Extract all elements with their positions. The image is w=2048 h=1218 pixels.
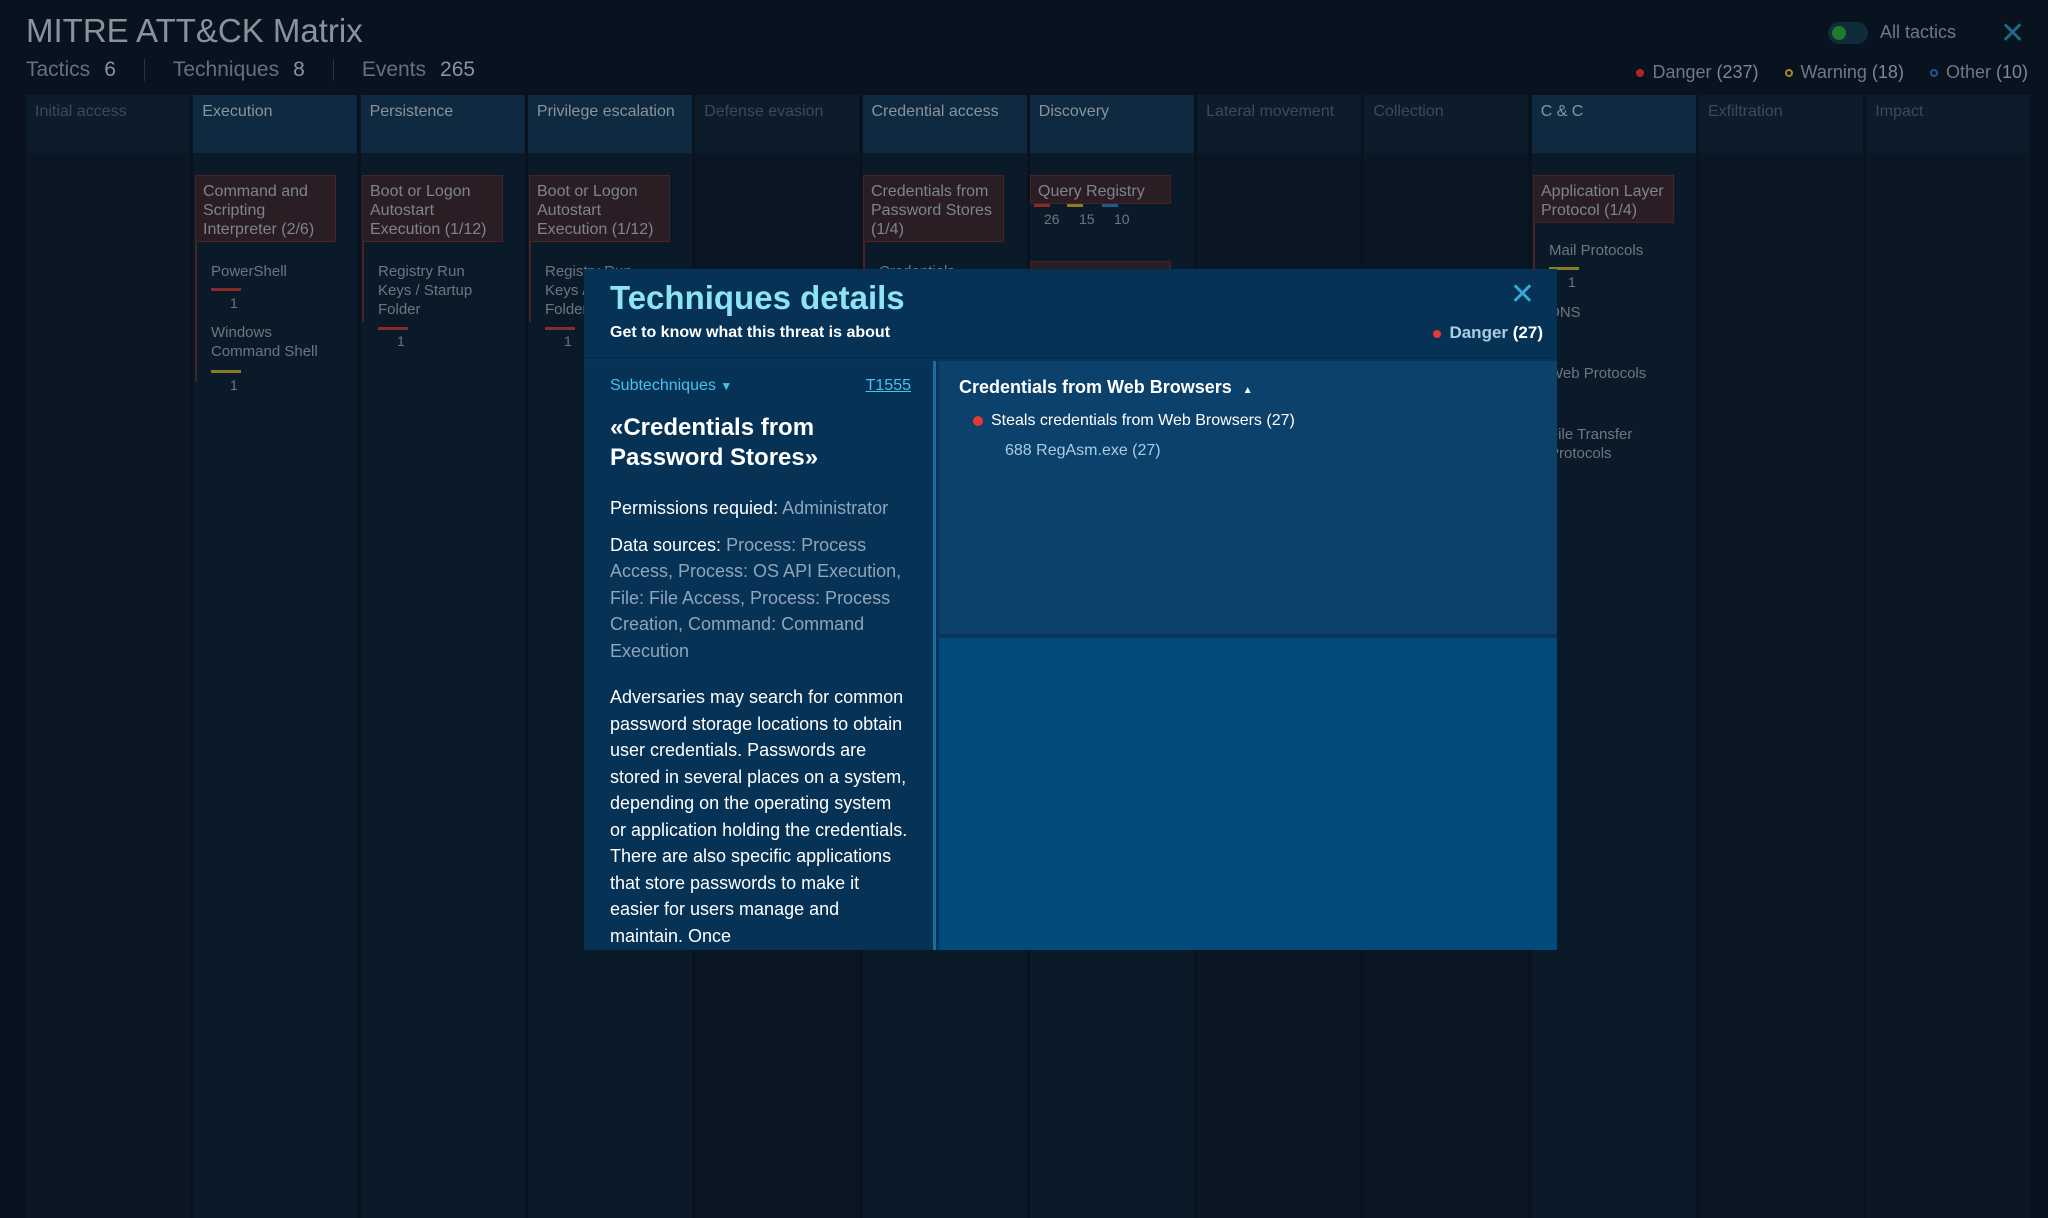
close-icon[interactable]: ✕: [1510, 277, 1535, 312]
event-count: 1: [1568, 274, 1576, 290]
stat-label: Events: [362, 58, 426, 82]
all-tactics-label: All tactics: [1880, 22, 1956, 43]
stat-label: Techniques: [173, 58, 279, 82]
technique-group-persistence: Boot or Logon Autostart Execution (1/12)…: [362, 175, 522, 375]
detection-item[interactable]: Steals credentials from Web Browsers (27…: [973, 412, 1537, 430]
technique-card[interactable]: Boot or Logon Autostart Execution (1/12): [362, 175, 503, 242]
page-title: MITRE ATT&CK Matrix: [26, 12, 363, 50]
danger-count: 26: [1044, 211, 1060, 227]
stat-value: 265: [440, 58, 475, 82]
technique-card[interactable]: Query Registry: [1030, 175, 1171, 204]
subtechnique-panel: Credentials from Web Browsers ▲ Steals c…: [939, 361, 1557, 636]
process-item[interactable]: 688 RegAsm.exe (27): [1005, 442, 1537, 460]
danger-badge: Danger (27): [1433, 323, 1543, 343]
subtechnique[interactable]: Web Protocols: [1549, 364, 1646, 383]
legend-danger: Danger (237): [1636, 62, 1758, 83]
event-count: 1: [564, 333, 572, 349]
technique-description: Adversaries may search for common passwo…: [610, 684, 911, 949]
subtechnique[interactable]: Windows Command Shell: [211, 323, 341, 361]
stats-bar: Tactics 6 Techniques 8 Events 265: [26, 58, 475, 82]
stat-value: 8: [293, 58, 305, 82]
tactic-header[interactable]: Discovery: [1030, 95, 1194, 153]
tactic-header[interactable]: Impact: [1866, 95, 2030, 153]
technique-card[interactable]: Credentials from Password Stores (1/4): [863, 175, 1004, 242]
stat-label: Tactics: [26, 58, 90, 82]
technique-name: «Credentials from Password Stores»: [610, 413, 911, 473]
subtechnique-header[interactable]: Credentials from Web Browsers ▲: [959, 377, 1537, 398]
event-count: 1: [230, 377, 238, 393]
tactic-column: Exfiltration: [1699, 95, 1863, 1218]
tactic-column: Initial access: [26, 95, 190, 1218]
technique-card[interactable]: Application Layer Protocol (1/4): [1533, 175, 1674, 223]
subtechnique[interactable]: Registry Run Keys / Startup Folder: [378, 262, 498, 319]
technique-group-cc: Application Layer Protocol (1/4) Mail Pr…: [1533, 175, 1693, 475]
technique-id-link[interactable]: T1555: [866, 377, 911, 395]
technique-card[interactable]: Command and Scripting Interpreter (2/6): [195, 175, 336, 242]
modal-title: Techniques details: [610, 279, 905, 317]
subtechniques-dropdown[interactable]: Subtechniques ▼: [610, 377, 732, 394]
other-count: 10: [1114, 211, 1130, 227]
caret-up-icon: ▲: [1243, 385, 1253, 396]
technique-info-panel: Subtechniques ▼ T1555 «Credentials from …: [584, 361, 936, 950]
tactic-header[interactable]: Credential access: [863, 95, 1027, 153]
legend-other: Other (10): [1930, 62, 2028, 83]
subtechnique[interactable]: PowerShell: [211, 262, 287, 281]
subtechnique[interactable]: Mail Protocols: [1549, 241, 1643, 260]
close-icon[interactable]: ✕: [2000, 16, 2025, 51]
data-sources: Data sources: Process: Process Access, P…: [610, 532, 911, 665]
tactic-header[interactable]: Privilege escalation: [528, 95, 692, 153]
tactic-header[interactable]: Lateral movement: [1197, 95, 1361, 153]
tactic-header[interactable]: Execution: [193, 95, 357, 153]
tactic-header[interactable]: Defense evasion: [695, 95, 859, 153]
technique-group-execution: Command and Scripting Interpreter (2/6) …: [195, 175, 355, 475]
warning-count: 15: [1079, 211, 1095, 227]
technique-card[interactable]: Boot or Logon Autostart Execution (1/12): [529, 175, 670, 242]
caret-down-icon: ▼: [720, 379, 732, 393]
all-tactics-toggle[interactable]: [1828, 22, 1868, 44]
severity-legend: Danger (237) Warning (18) Other (10): [1636, 62, 2028, 83]
tactic-header[interactable]: Collection: [1364, 95, 1528, 153]
tactic-header[interactable]: Persistence: [361, 95, 525, 153]
subtechnique[interactable]: File Transfer Protocols: [1549, 425, 1669, 463]
legend-warning: Warning (18): [1785, 62, 1904, 83]
tactic-header[interactable]: C & C: [1532, 95, 1696, 153]
event-count: 1: [397, 333, 405, 349]
permissions: Permissions requied: Administrator: [610, 495, 911, 522]
event-count: 1: [230, 295, 238, 311]
tactic-header[interactable]: Initial access: [26, 95, 190, 153]
tactic-header[interactable]: Exfiltration: [1699, 95, 1863, 153]
tactic-column: Impact: [1866, 95, 2030, 1218]
stat-value: 6: [104, 58, 116, 82]
modal-subtitle: Get to know what this threat is about: [610, 324, 890, 342]
techniques-details-modal: Techniques details Get to know what this…: [584, 269, 1557, 950]
detail-area: [939, 638, 1557, 950]
